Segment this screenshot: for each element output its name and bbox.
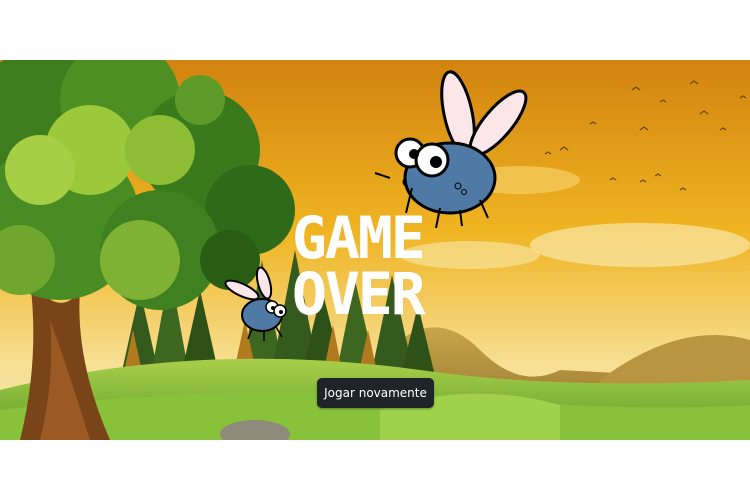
game-over-line-2: OVER: [292, 260, 426, 328]
game-over-line-1: GAME: [292, 204, 426, 272]
game-over-text: GAME OVER: [292, 204, 462, 345]
fly-icon-small: [224, 266, 287, 341]
play-again-button[interactable]: Jogar novamente: [317, 378, 434, 408]
